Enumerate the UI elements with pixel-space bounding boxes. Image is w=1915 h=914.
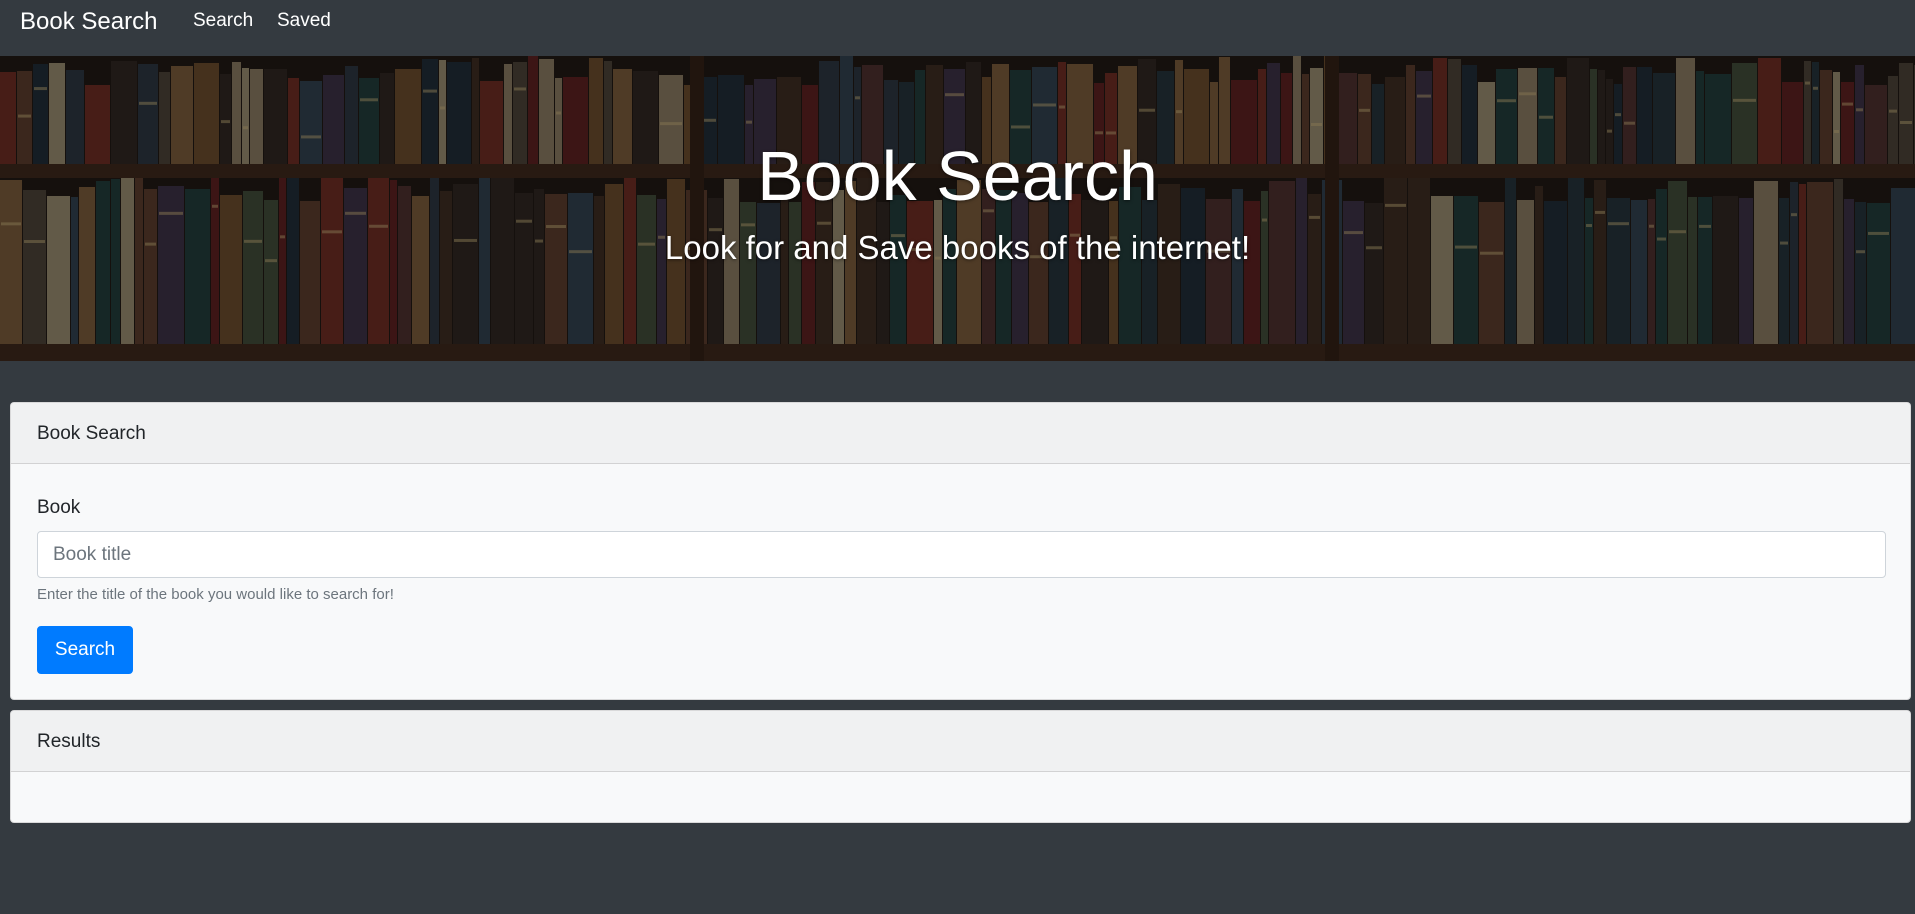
results-card-header: Results <box>11 711 1910 772</box>
hero-banner: Book Search Look for and Save books of t… <box>0 56 1915 361</box>
nav-link-search[interactable]: Search <box>193 10 253 32</box>
hero-subtitle: Look for and Save books of the internet! <box>664 229 1251 266</box>
nav-link-saved[interactable]: Saved <box>277 10 331 32</box>
book-input-help-text: Enter the title of the book you would li… <box>37 586 394 603</box>
book-title-input[interactable] <box>37 531 1886 578</box>
book-search-card: Book Search Book Enter the title of the … <box>10 402 1911 700</box>
hero-title: Book Search <box>757 137 1158 215</box>
navbar: Book Search Search Saved <box>0 0 1915 56</box>
navbar-brand[interactable]: Book Search <box>20 8 157 36</box>
results-card: Results <box>10 710 1911 823</box>
book-label: Book <box>37 497 81 518</box>
search-button[interactable]: Search <box>37 626 133 674</box>
book-search-card-header: Book Search <box>11 403 1910 464</box>
